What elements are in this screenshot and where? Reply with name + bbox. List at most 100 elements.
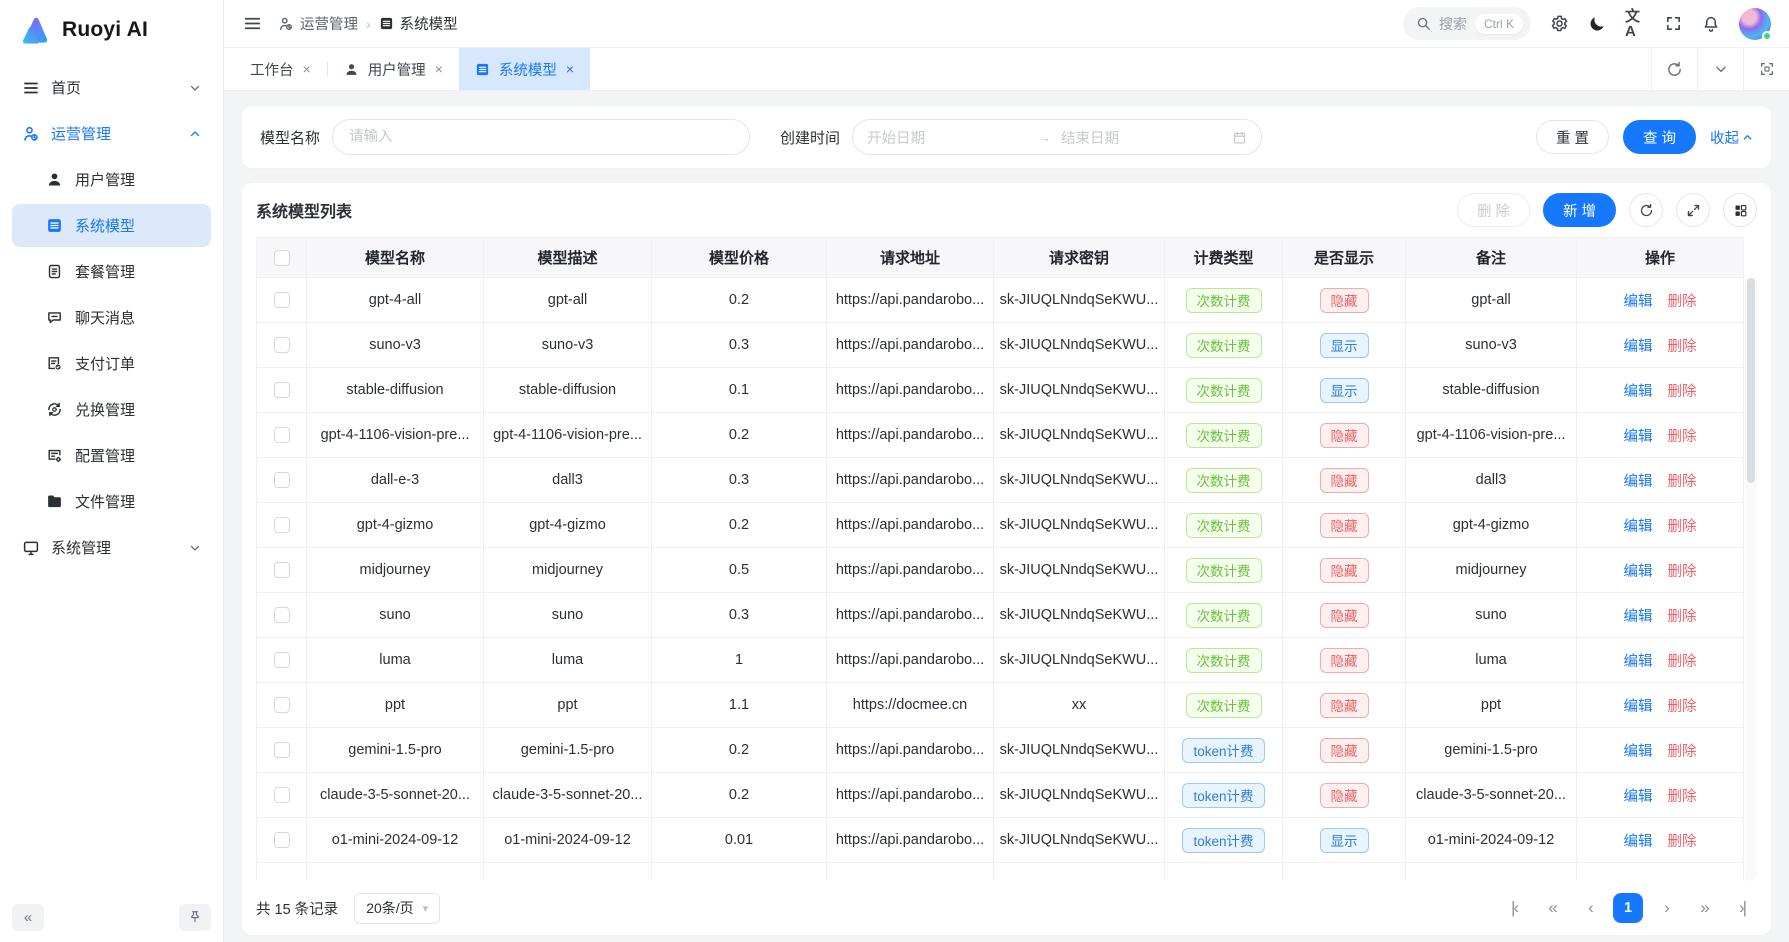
edit-link[interactable]: 编辑 [1624, 380, 1653, 401]
row-checkbox[interactable] [274, 382, 290, 398]
edit-link[interactable]: 编辑 [1624, 560, 1653, 581]
row-checkbox[interactable] [274, 607, 290, 623]
delete-link[interactable]: 删除 [1668, 605, 1697, 626]
query-button[interactable]: 查 询 [1623, 120, 1696, 154]
row-checkbox[interactable] [274, 292, 290, 308]
row-checkbox[interactable] [274, 562, 290, 578]
sidebar-item-exchange[interactable]: 兑换管理 [12, 388, 211, 431]
edit-link[interactable]: 编辑 [1624, 785, 1653, 806]
filter-card: 模型名称 创建时间 开始日期 → 结束日期 重 置 查 询 收起 [242, 106, 1771, 168]
close-icon[interactable]: × [435, 61, 443, 77]
row-checkbox[interactable] [274, 832, 290, 848]
delete-link[interactable]: 删除 [1668, 515, 1697, 536]
edit-link[interactable]: 编辑 [1624, 830, 1653, 851]
delete-link[interactable]: 删除 [1668, 470, 1697, 491]
delete-link[interactable]: 删除 [1668, 650, 1697, 671]
row-checkbox[interactable] [274, 697, 290, 713]
sidebar-item-system-management[interactable]: 系统管理 [12, 526, 211, 569]
row-checkbox[interactable] [274, 652, 290, 668]
sidebar-collapse-button[interactable]: « [12, 904, 44, 931]
row-checkbox[interactable] [274, 742, 290, 758]
refresh-icon[interactable] [1651, 48, 1697, 90]
edit-link[interactable]: 编辑 [1624, 335, 1653, 356]
sidebar-item-user-management[interactable]: 用户管理 [12, 158, 211, 201]
row-checkbox[interactable] [274, 517, 290, 533]
first-page-button[interactable]: |‹ [1499, 893, 1529, 923]
delete-link[interactable]: 删除 [1668, 785, 1697, 806]
scrollbar-thumb[interactable] [1747, 278, 1755, 483]
table-header-row: 模型名称 模型描述 模型价格 请求地址 请求密钥 计费类型 是否显示 备注 操作 [257, 238, 1744, 278]
chevron-down-icon [189, 82, 201, 94]
column-settings-button[interactable] [1723, 193, 1757, 227]
row-checkbox[interactable] [274, 337, 290, 353]
delete-link[interactable]: 删除 [1668, 425, 1697, 446]
delete-link[interactable]: 删除 [1668, 695, 1697, 716]
tab-user-management[interactable]: 用户管理 × [328, 48, 459, 90]
delete-link[interactable]: 删除 [1668, 290, 1697, 311]
last-page-button[interactable]: ›| [1727, 893, 1757, 923]
cell-actions: 编辑删除 [1577, 773, 1744, 817]
breadcrumb-item-operations[interactable]: 运营管理 [278, 13, 358, 34]
cell-model-desc: claude-3-5-sonnet-20... [484, 773, 652, 817]
delete-link[interactable]: 删除 [1668, 830, 1697, 851]
current-page-button[interactable]: 1 [1613, 893, 1643, 923]
collapse-filter-link[interactable]: 收起 [1710, 127, 1753, 148]
column-header: 操作 [1577, 238, 1744, 277]
batch-delete-button[interactable]: 删 除 [1457, 193, 1530, 227]
edit-link[interactable]: 编辑 [1624, 650, 1653, 671]
table-scrollbar[interactable] [1745, 278, 1757, 881]
sidebar-item-home[interactable]: 首页 [12, 66, 211, 109]
chevron-down-icon[interactable] [1697, 48, 1743, 90]
delete-link[interactable]: 删除 [1668, 560, 1697, 581]
row-checkbox-cell [257, 728, 307, 772]
fast-next-button[interactable]: » [1689, 893, 1719, 923]
delete-link[interactable]: 删除 [1668, 335, 1697, 356]
sidebar-item-config[interactable]: 配置管理 [12, 434, 211, 477]
sidebar-item-chat-messages[interactable]: 聊天消息 [12, 296, 211, 339]
tab-workbench[interactable]: 工作台 × [234, 48, 327, 90]
sidebar-item-system-models[interactable]: 系统模型 [12, 204, 211, 247]
edit-link[interactable]: 编辑 [1624, 605, 1653, 626]
edit-link[interactable]: 编辑 [1624, 515, 1653, 536]
translate-icon[interactable]: 文A [1625, 14, 1645, 34]
edit-link[interactable]: 编辑 [1624, 740, 1653, 761]
settings-gear-icon[interactable] [1549, 14, 1569, 34]
fast-prev-button[interactable]: « [1537, 893, 1567, 923]
fullscreen-icon[interactable] [1663, 14, 1683, 34]
page-size-select[interactable]: 20条/页 ▾ [354, 893, 440, 924]
maximize-icon[interactable] [1743, 48, 1789, 90]
breadcrumb-item-system-models[interactable]: 系统模型 [379, 13, 458, 34]
select-all-checkbox[interactable] [274, 250, 290, 266]
row-checkbox[interactable] [274, 427, 290, 443]
date-range-picker[interactable]: 开始日期 → 结束日期 [852, 119, 1262, 155]
next-page-button[interactable]: › [1651, 893, 1681, 923]
edit-link[interactable]: 编辑 [1624, 695, 1653, 716]
reset-button[interactable]: 重 置 [1536, 120, 1609, 154]
global-search[interactable]: 搜索 Ctrl K [1403, 7, 1531, 40]
row-checkbox[interactable] [274, 472, 290, 488]
delete-link[interactable]: 删除 [1668, 740, 1697, 761]
table-expand-button[interactable] [1676, 193, 1710, 227]
sidebar-item-packages[interactable]: 套餐管理 [12, 250, 211, 293]
user-avatar[interactable] [1739, 8, 1771, 40]
hamburger-icon[interactable] [242, 14, 262, 34]
add-button[interactable]: 新 增 [1543, 193, 1616, 227]
close-icon[interactable]: × [303, 61, 311, 77]
logo[interactable]: Ruoyi AI [0, 0, 223, 60]
notifications-bell-icon[interactable] [1701, 14, 1721, 34]
sidebar-item-files[interactable]: 文件管理 [12, 480, 211, 523]
prev-page-button[interactable]: ‹ [1575, 893, 1605, 923]
close-icon[interactable]: × [566, 61, 574, 77]
tab-system-models[interactable]: 系统模型 × [459, 48, 590, 90]
row-checkbox[interactable] [274, 787, 290, 803]
table-refresh-button[interactable] [1629, 193, 1663, 227]
sidebar-item-operations[interactable]: 运营管理 [12, 112, 211, 155]
sidebar-item-payment-orders[interactable]: 支付订单 [12, 342, 211, 385]
model-name-input[interactable] [332, 119, 750, 155]
dark-mode-moon-icon[interactable] [1587, 14, 1607, 34]
sidebar-pin-button[interactable] [179, 904, 211, 931]
edit-link[interactable]: 编辑 [1624, 290, 1653, 311]
edit-link[interactable]: 编辑 [1624, 470, 1653, 491]
edit-link[interactable]: 编辑 [1624, 425, 1653, 446]
delete-link[interactable]: 删除 [1668, 380, 1697, 401]
